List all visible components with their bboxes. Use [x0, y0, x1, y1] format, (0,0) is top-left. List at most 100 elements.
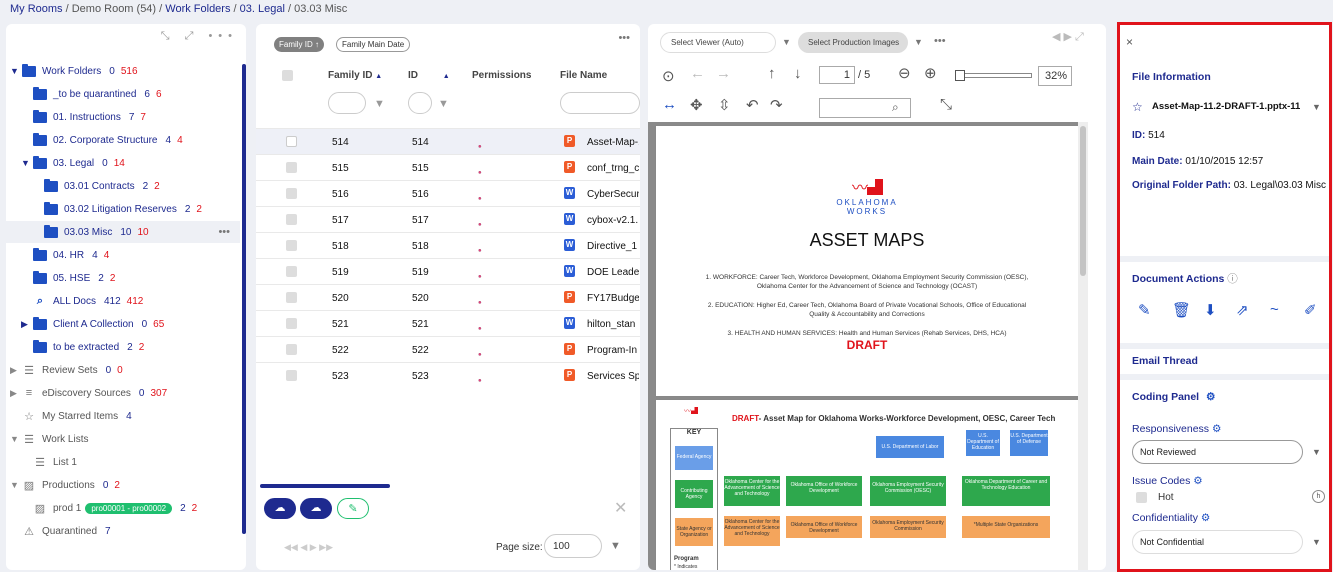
row-checkbox[interactable]: [286, 370, 297, 381]
chevron-down-icon[interactable]: ▼: [1312, 447, 1321, 457]
more-icon[interactable]: •••: [618, 32, 630, 44]
table-row[interactable]: 521 521 ● ● ● Whilton_stan: [256, 310, 640, 336]
viewer-scrollbar[interactable]: [1078, 122, 1088, 570]
close-icon[interactable]: ×: [1126, 35, 1133, 49]
tree-item[interactable]: ⌕ ALL Docs 412 412: [6, 290, 240, 312]
toggle-icon[interactable]: ▼: [10, 480, 20, 490]
back-icon[interactable]: ←: [690, 65, 705, 82]
page-input[interactable]: 1: [819, 66, 855, 84]
forward-icon[interactable]: →: [716, 65, 731, 82]
down-arrow-icon[interactable]: ↓: [794, 65, 802, 82]
table-row[interactable]: 516 516 ● ● ● W CyberSecur: [256, 180, 640, 206]
coding-panel-heading[interactable]: Coding Panel ⚙: [1132, 391, 1215, 403]
star-icon[interactable]: ☆: [1132, 100, 1143, 114]
table-row[interactable]: 519 519 ● ● ● W DOE Leade: [256, 258, 640, 284]
tree-item[interactable]: ⚠ Quarantined 7: [6, 520, 240, 542]
tree-item[interactable]: 02. Corporate Structure 4 4: [6, 129, 240, 151]
tree-item[interactable]: 03.03 Misc 10 10 •••: [6, 221, 240, 243]
table-row[interactable]: 522 522 ● ● ● P Program-In: [256, 336, 640, 362]
sort-chip-family-date[interactable]: Family Main Date: [336, 37, 411, 52]
tree-item[interactable]: to be extracted 2 2: [6, 336, 240, 358]
file-information-heading[interactable]: File Information: [1132, 71, 1211, 83]
toggle-icon[interactable]: ▼: [10, 66, 20, 76]
play-icon[interactable]: ⊙: [662, 67, 675, 85]
tree-item[interactable]: ▶ Client A Collection 0 65: [6, 313, 240, 335]
page-size-input[interactable]: 100: [544, 534, 602, 558]
zoom-out-icon[interactable]: ⊖: [898, 64, 911, 82]
tree-item[interactable]: 01. Instructions 7 7: [6, 106, 240, 128]
edit-button[interactable]: ✎: [337, 498, 369, 519]
tree-item[interactable]: ▼ Work Folders 0 516: [6, 60, 240, 82]
rotate-right-icon[interactable]: ↷: [770, 96, 783, 114]
toggle-icon[interactable]: ▶: [10, 365, 20, 376]
tree-item[interactable]: _to be quarantined 6 6: [6, 83, 240, 105]
pan-icon[interactable]: ✥: [690, 96, 703, 114]
up-arrow-icon[interactable]: ↑: [768, 65, 776, 82]
download-alt-button[interactable]: ☁: [300, 498, 332, 519]
panel-controls[interactable]: ◀ ▶ ⤢: [1052, 30, 1084, 44]
hot-checkbox[interactable]: [1136, 492, 1147, 503]
table-row[interactable]: 523 523 ● ● ● P Services Sp: [256, 362, 640, 388]
sort-chip-family-id[interactable]: Family ID ↑: [274, 37, 324, 52]
tree-item[interactable]: 03.02 Litigation Reserves 2 2: [6, 198, 240, 220]
download-button[interactable]: ☁: [264, 498, 296, 519]
row-checkbox[interactable]: [286, 188, 297, 199]
filter-id[interactable]: [408, 92, 432, 114]
tree-item[interactable]: ▨ prod 1 pro00001 - pro00002 2 2: [6, 497, 240, 519]
signature-icon[interactable]: ~: [1270, 301, 1279, 318]
table-row[interactable]: 515 515 ● ● ● Pconf_trng_c: [256, 154, 640, 180]
responsiveness-select[interactable]: Not Reviewed: [1132, 440, 1303, 464]
breadcrumb-work-folders[interactable]: Work Folders: [165, 3, 230, 15]
trash-icon[interactable]: 🗑: [1172, 301, 1191, 319]
zoom-value[interactable]: 32%: [1038, 66, 1072, 86]
chevron-down-icon[interactable]: ▼: [782, 37, 791, 47]
filter-file-name[interactable]: [560, 92, 640, 114]
chevron-down-icon[interactable]: ▼: [1312, 102, 1321, 112]
tree-item[interactable]: ▶ ☰ Review Sets 0 0: [6, 359, 240, 381]
document-actions-heading[interactable]: Document Actions ⓘ: [1132, 271, 1238, 286]
table-row[interactable]: 514 514 ● ● ● P Asset-Map-1: [256, 128, 640, 154]
chevron-down-icon[interactable]: ▼: [610, 540, 621, 552]
pager-controls[interactable]: ◀◀ ◀ ▶ ▶▶: [284, 542, 333, 553]
edit-icon[interactable]: ✎: [1138, 301, 1151, 319]
col-family-id[interactable]: Family ID ▲: [328, 70, 382, 81]
tree-item[interactable]: ▼ ▨ Productions 0 2: [6, 474, 240, 496]
tree-item[interactable]: ▼ 03. Legal 0 14: [6, 152, 240, 174]
row-checkbox[interactable]: [286, 162, 297, 173]
row-checkbox[interactable]: [286, 136, 297, 147]
tree-item[interactable]: ▶ ≡ eDiscovery Sources 0 307: [6, 382, 240, 404]
breadcrumb-legal[interactable]: 03. Legal: [240, 3, 285, 15]
table-row[interactable]: 517 517 ● ● ● Wcybox-v2.1.: [256, 206, 640, 232]
filter-family-id[interactable]: [328, 92, 366, 114]
toggle-icon[interactable]: ▼: [10, 434, 20, 444]
filter-icon[interactable]: ▼: [438, 98, 449, 110]
table-row[interactable]: 518 518 ● ● ● W Directive_1: [256, 232, 640, 258]
zoom-in-icon[interactable]: ⊕: [924, 64, 937, 82]
more-icon[interactable]: •••: [218, 226, 230, 238]
fullscreen-icon[interactable]: ⤡: [940, 96, 952, 113]
email-thread-heading[interactable]: Email Thread: [1132, 355, 1198, 367]
row-checkbox[interactable]: [286, 214, 297, 225]
col-file-name[interactable]: File Name: [560, 70, 607, 81]
fit-height-icon[interactable]: ⇳: [718, 96, 731, 114]
row-checkbox[interactable]: [286, 318, 297, 329]
confidentiality-select[interactable]: Not Confidential: [1132, 530, 1303, 554]
tree-item[interactable]: ☰ List 1: [6, 451, 240, 473]
breadcrumb-my-rooms[interactable]: My Rooms: [10, 3, 63, 15]
highlighter-icon[interactable]: ✐: [1304, 301, 1317, 319]
chevron-down-icon[interactable]: ▼: [914, 37, 923, 47]
fit-width-icon[interactable]: ↔: [662, 96, 677, 113]
breadcrumb-room[interactable]: Demo Room (54): [72, 3, 156, 15]
toggle-icon[interactable]: ▶: [10, 388, 20, 399]
toggle-icon[interactable]: ▶: [21, 319, 31, 330]
more-icon[interactable]: •••: [934, 35, 946, 47]
tree-item[interactable]: 03.01 Contracts 2 2: [6, 175, 240, 197]
viewer-select[interactable]: Select Viewer (Auto): [660, 32, 776, 53]
select-all-checkbox[interactable]: [282, 70, 293, 81]
zoom-slider[interactable]: [955, 70, 1032, 81]
binoculars-icon[interactable]: ⌕: [892, 100, 899, 115]
table-row[interactable]: 520 520 ● ● ● P FY17Budge: [256, 284, 640, 310]
grid-h-scrollbar[interactable]: [260, 484, 390, 488]
row-checkbox[interactable]: [286, 344, 297, 355]
download-icon[interactable]: ⬇: [1204, 301, 1217, 319]
